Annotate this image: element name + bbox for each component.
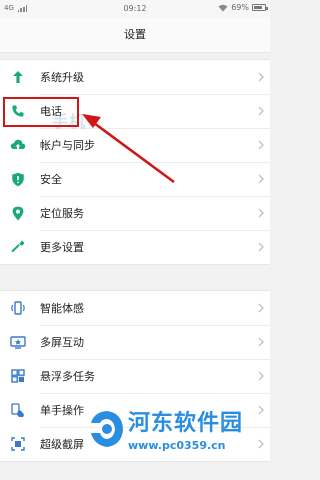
chevron-right-icon [256, 242, 266, 252]
one-hand-icon [8, 400, 28, 420]
chevron-right-icon [256, 337, 266, 347]
chevron-right-icon [256, 72, 266, 82]
site-watermark: 河东软件园 www.pc0359.cn [88, 403, 270, 471]
watermark-logo-icon [91, 411, 123, 447]
settings-item-label: 更多设置 [40, 241, 84, 254]
settings-item-label: 悬浮多任务 [40, 370, 95, 383]
chevron-right-icon [256, 371, 266, 381]
settings-item-location[interactable]: 定位服务 [0, 196, 270, 230]
settings-item-system-update[interactable]: 系统升级 [0, 60, 270, 94]
watermark-site-name: 河东软件园 [128, 410, 244, 436]
location-pin-icon [8, 203, 28, 223]
settings-item-label: 定位服务 [40, 207, 84, 220]
settings-item-account-sync[interactable]: 帐户与同步 [0, 128, 270, 162]
settings-item-label: 安全 [40, 173, 62, 186]
page-title: 设置 [0, 18, 270, 53]
battery-icon [252, 4, 268, 11]
chevron-right-icon [256, 303, 266, 313]
shield-icon [8, 169, 28, 189]
settings-item-more-settings[interactable]: 更多设置 [0, 230, 270, 264]
phone-motion-icon [8, 298, 28, 318]
wrench-icon [8, 237, 28, 257]
settings-group-primary: 系统升级 电话 帐户与同步 安全 定位服务 更多设置 [0, 59, 270, 265]
arrow-up-icon [8, 67, 28, 87]
chevron-right-icon [256, 208, 266, 218]
floating-tasks-icon [8, 366, 28, 386]
chevron-right-icon [256, 140, 266, 150]
settings-item-floating-tasks[interactable]: 悬浮多任务 [0, 359, 270, 393]
settings-item-label: 智能体感 [40, 302, 84, 315]
annotation-highlight-box [3, 97, 79, 127]
settings-item-smart-motion[interactable]: 智能体感 [0, 291, 270, 325]
screenshot-icon [8, 434, 28, 454]
battery-level [254, 6, 263, 9]
settings-item-label: 帐户与同步 [40, 139, 95, 152]
settings-item-multi-screen[interactable]: 多屏互动 [0, 325, 270, 359]
settings-item-label: 系统升级 [40, 71, 84, 84]
chevron-right-icon [256, 106, 266, 116]
status-bar: 4G 09:12 69% [0, 0, 270, 18]
multi-screen-icon [8, 332, 28, 352]
chevron-right-icon [256, 174, 266, 184]
wifi-icon [218, 4, 228, 11]
status-right: 69% [218, 3, 268, 12]
watermark-site-url: www.pc0359.cn [128, 439, 226, 452]
settings-item-label: 多屏互动 [40, 336, 84, 349]
battery-percent: 69% [231, 3, 249, 12]
settings-item-security[interactable]: 安全 [0, 162, 270, 196]
cloud-sync-icon [8, 135, 28, 155]
